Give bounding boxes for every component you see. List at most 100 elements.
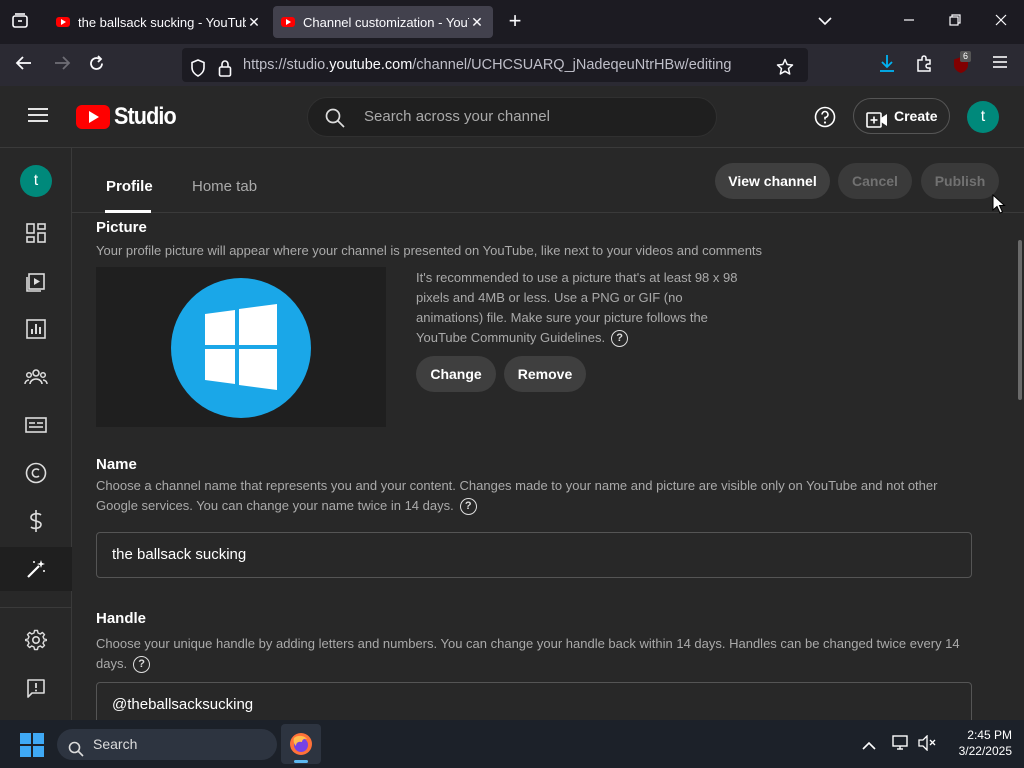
change-picture-button[interactable]: Change bbox=[416, 356, 496, 392]
help-circle-icon[interactable]: ? bbox=[133, 656, 151, 674]
sidebar-item-customization[interactable] bbox=[0, 547, 72, 591]
browser-tab[interactable]: the ballsack sucking - YouTube ✕ bbox=[48, 6, 270, 38]
dashboard-icon bbox=[26, 223, 46, 243]
sidebar-item-copyright[interactable] bbox=[0, 451, 72, 495]
lock-icon[interactable] bbox=[218, 56, 232, 90]
picture-recommendation: It's recommended to use a picture that's… bbox=[416, 268, 746, 348]
content-icon bbox=[26, 273, 45, 292]
firefox-icon bbox=[290, 733, 312, 755]
studio-logo[interactable]: Studio bbox=[76, 103, 183, 131]
page-scrollbar-thumb[interactable] bbox=[1018, 240, 1022, 400]
magic-wand-icon bbox=[27, 560, 45, 578]
help-circle-icon[interactable]: ? bbox=[611, 330, 629, 348]
sidebar-item-subtitles[interactable] bbox=[0, 403, 72, 447]
name-description-text: Choose a channel name that represents yo… bbox=[96, 478, 938, 513]
taskbar-search[interactable]: Search bbox=[57, 729, 277, 760]
close-window-icon[interactable] bbox=[990, 12, 1012, 32]
windows-taskbar: Search 2:45 PM 3/22/2025 bbox=[0, 720, 1024, 768]
browser-tab-active[interactable]: Channel customization - YouTube ✕ bbox=[273, 6, 493, 38]
tab-home[interactable]: Home tab bbox=[192, 178, 257, 195]
address-bar[interactable]: https://studio.youtube.com/channel/UCHCS… bbox=[182, 48, 808, 82]
active-tab-indicator bbox=[105, 210, 151, 213]
channel-handle-input[interactable]: @theballsacksucking bbox=[96, 682, 972, 720]
taskbar-search-label: Search bbox=[93, 736, 138, 752]
downloads-icon[interactable] bbox=[877, 54, 897, 80]
community-icon bbox=[24, 369, 48, 385]
tracking-protection-icon[interactable] bbox=[190, 56, 206, 90]
sidebar-item-content[interactable] bbox=[0, 259, 72, 303]
handle-description: Choose your unique handle by adding lett… bbox=[96, 634, 976, 674]
gear-icon bbox=[25, 629, 47, 651]
help-circle-icon[interactable]: ? bbox=[459, 498, 477, 516]
tab-overview-icon[interactable] bbox=[10, 12, 30, 36]
search-placeholder: Search across your channel bbox=[364, 108, 550, 125]
name-description: Choose a channel name that represents yo… bbox=[96, 476, 976, 516]
ublock-extension-icon[interactable]: 6 bbox=[952, 51, 972, 74]
sidebar-item-settings[interactable] bbox=[0, 618, 72, 662]
sidebar-item-feedback[interactable] bbox=[0, 666, 72, 710]
windows-logo-icon bbox=[205, 304, 277, 390]
browser-navigation-bar: https://studio.youtube.com/channel/UCHCS… bbox=[0, 44, 1024, 86]
bookmark-star-icon[interactable] bbox=[776, 55, 794, 89]
extensions-icon[interactable] bbox=[914, 54, 934, 78]
tab-title: the ballsack sucking - YouTube bbox=[78, 14, 246, 30]
picture-section-title: Picture bbox=[96, 219, 147, 236]
help-icon[interactable] bbox=[814, 106, 836, 133]
forward-icon[interactable] bbox=[52, 55, 72, 77]
youtube-favicon-icon bbox=[281, 17, 295, 27]
channel-search-box[interactable]: Search across your channel bbox=[307, 97, 717, 137]
restore-icon[interactable] bbox=[944, 12, 966, 32]
view-channel-button[interactable]: View channel bbox=[715, 163, 830, 199]
back-icon[interactable] bbox=[14, 55, 34, 77]
channel-name-input[interactable]: the ballsack sucking bbox=[96, 532, 972, 578]
search-icon[interactable] bbox=[325, 108, 345, 133]
reload-icon[interactable] bbox=[86, 55, 106, 78]
handle-description-text: Choose your unique handle by adding lett… bbox=[96, 636, 960, 671]
clock-date: 3/22/2025 bbox=[958, 744, 1012, 758]
customization-tabs-row: Profile Home tab View channel Cancel Pub… bbox=[72, 148, 1024, 213]
close-tab-icon[interactable]: ✕ bbox=[469, 14, 485, 31]
sidebar-item-dashboard[interactable] bbox=[0, 211, 72, 255]
close-tab-icon[interactable]: ✕ bbox=[246, 14, 262, 31]
minimize-icon[interactable] bbox=[898, 12, 920, 32]
customization-main: Profile Home tab View channel Cancel Pub… bbox=[72, 148, 1024, 720]
sidebar-divider bbox=[0, 607, 72, 608]
channel-avatar[interactable]: t bbox=[20, 165, 52, 197]
sidebar-item-analytics[interactable] bbox=[0, 307, 72, 351]
volume-muted-icon[interactable] bbox=[918, 734, 936, 756]
subtitles-icon bbox=[25, 417, 47, 433]
hamburger-menu-icon[interactable] bbox=[28, 107, 48, 128]
show-hidden-icons-chevron-icon[interactable] bbox=[862, 738, 876, 756]
clock[interactable]: 2:45 PM 3/22/2025 bbox=[946, 727, 1012, 759]
sidebar-item-earn[interactable] bbox=[0, 499, 72, 543]
new-tab-icon[interactable]: + bbox=[504, 10, 526, 32]
sidebar-item-community[interactable] bbox=[0, 355, 72, 399]
start-button[interactable] bbox=[20, 733, 44, 762]
handle-section-title: Handle bbox=[96, 610, 147, 627]
cancel-button[interactable]: Cancel bbox=[838, 163, 912, 199]
extension-badge: 6 bbox=[960, 51, 972, 62]
taskbar-firefox[interactable] bbox=[281, 724, 321, 764]
app-menu-icon[interactable] bbox=[990, 55, 1010, 75]
name-section-title: Name bbox=[96, 456, 137, 473]
create-label: Create bbox=[894, 108, 938, 124]
windows-start-icon bbox=[20, 733, 44, 757]
account-avatar[interactable]: t bbox=[967, 101, 999, 133]
tab-profile[interactable]: Profile bbox=[106, 178, 153, 195]
copyright-icon bbox=[25, 462, 47, 484]
remove-picture-button[interactable]: Remove bbox=[504, 356, 586, 392]
studio-header: Studio Search across your channel Create… bbox=[0, 86, 1024, 148]
analytics-icon bbox=[26, 319, 46, 339]
feedback-icon bbox=[27, 679, 45, 698]
list-all-tabs-icon[interactable] bbox=[814, 12, 836, 32]
profile-picture-preview bbox=[96, 267, 386, 427]
youtube-favicon-icon bbox=[56, 17, 70, 27]
profile-picture bbox=[171, 278, 311, 418]
create-button[interactable]: Create bbox=[853, 98, 950, 134]
search-icon bbox=[68, 737, 84, 768]
running-indicator bbox=[294, 760, 308, 763]
network-icon[interactable] bbox=[892, 735, 910, 756]
publish-button[interactable]: Publish bbox=[921, 163, 999, 199]
youtube-logo-icon bbox=[76, 105, 110, 129]
clock-time: 2:45 PM bbox=[967, 728, 1012, 742]
